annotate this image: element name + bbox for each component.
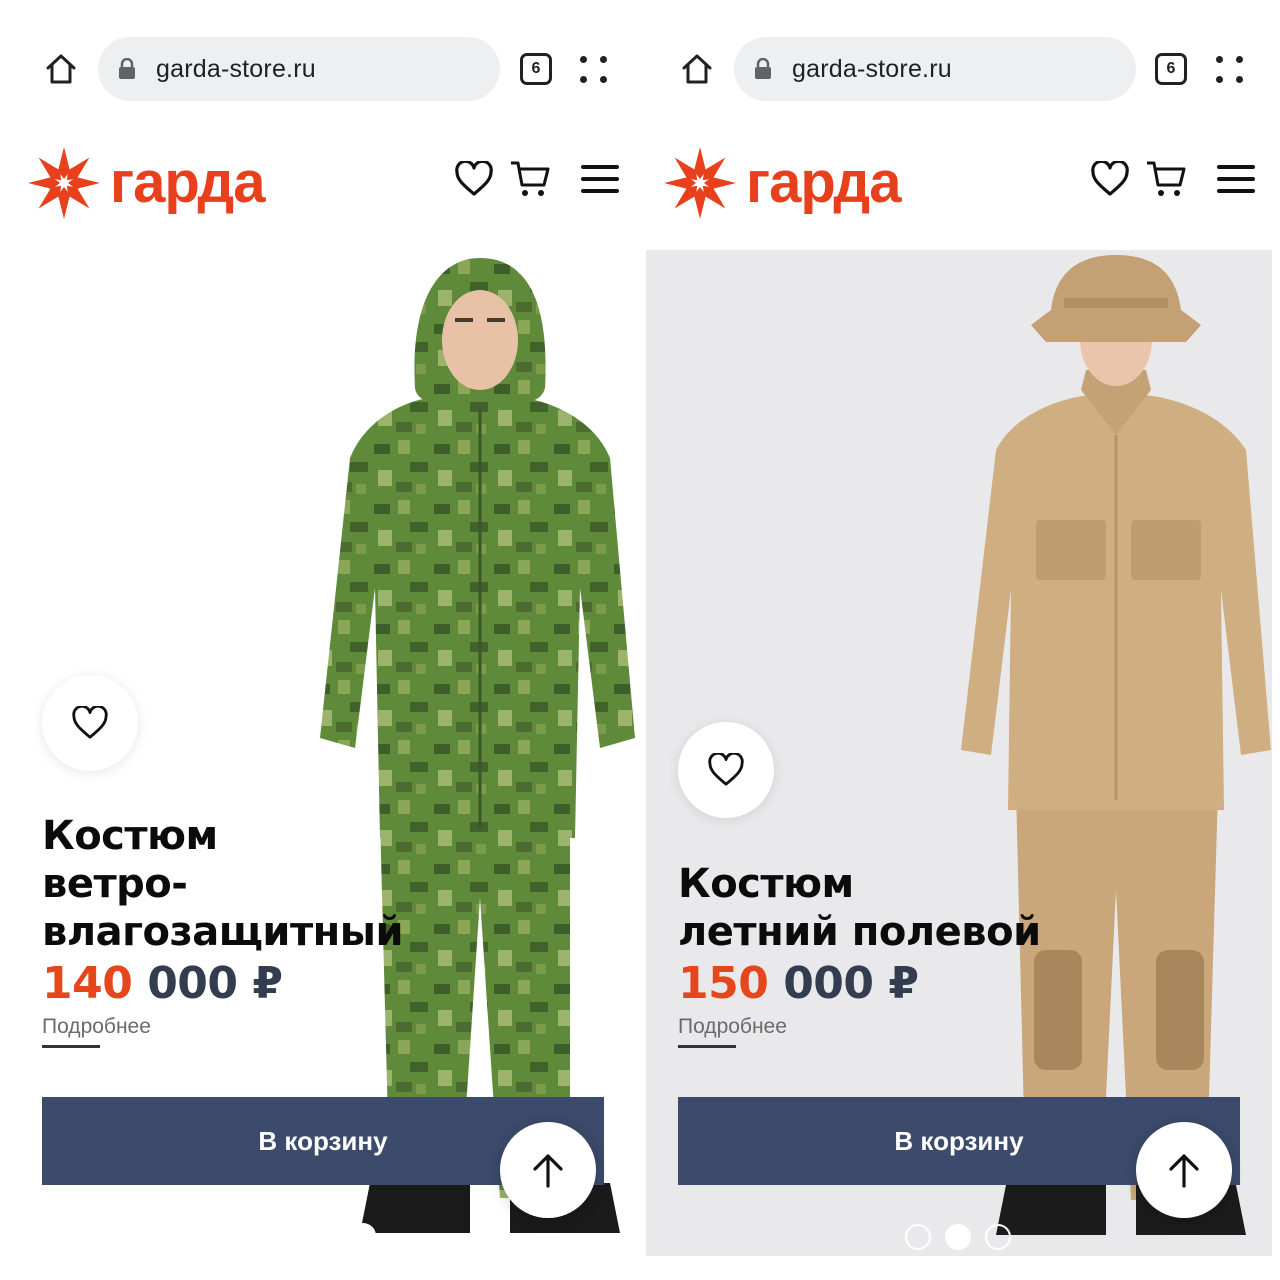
- details-link[interactable]: Подробнее: [678, 1015, 787, 1039]
- address-bar[interactable]: garda-store.ru: [734, 37, 1136, 101]
- add-to-favorites-button[interactable]: [678, 722, 774, 818]
- price-thousands: 150: [678, 958, 769, 1009]
- product-title-line: ветро-: [42, 861, 188, 907]
- home-icon[interactable]: [40, 48, 82, 90]
- lock-icon: [118, 56, 140, 82]
- heart-icon: [72, 706, 108, 739]
- product-title-line: Костюм: [678, 861, 854, 907]
- product-title: Костюм ветро- влагозащитный: [42, 812, 403, 956]
- carousel-dot[interactable]: [905, 1224, 931, 1250]
- scroll-to-top-button[interactable]: [500, 1122, 596, 1218]
- screenshot-right: garda-store.ru 6 гарда Костюм летний пол…: [644, 0, 1280, 1280]
- star-logo-icon: [28, 147, 100, 219]
- cart-icon[interactable]: [1144, 157, 1188, 201]
- price-rest: 000 ₽: [147, 958, 283, 1009]
- star-logo-icon: [664, 147, 736, 219]
- url-text: garda-store.ru: [792, 54, 952, 83]
- cart-icon[interactable]: [508, 157, 552, 201]
- product-image[interactable]: Костюм ветро- влагозащитный 140 000 ₽ По…: [10, 250, 636, 1256]
- details-underline: [678, 1045, 736, 1048]
- carousel-dot[interactable]: [945, 1224, 971, 1250]
- favorites-heart-icon[interactable]: [1088, 157, 1132, 201]
- price-thousands: 140: [42, 958, 133, 1009]
- heart-icon: [708, 753, 744, 786]
- product-title: Костюм летний полевой: [678, 860, 1041, 956]
- brand-logo[interactable]: гарда: [662, 143, 952, 223]
- tab-switcher-button[interactable]: 6: [1155, 53, 1187, 85]
- arrow-up-icon: [1169, 1154, 1199, 1188]
- price-rest: 000 ₽: [783, 958, 919, 1009]
- details-underline: [42, 1045, 100, 1048]
- lock-icon: [754, 56, 776, 82]
- browser-toolbar: garda-store.ru 6: [644, 30, 1280, 108]
- add-to-favorites-button[interactable]: [42, 675, 138, 771]
- more-icon[interactable]: [578, 54, 610, 86]
- logo-wordmark: гарда: [746, 150, 901, 215]
- site-header: гарда: [0, 135, 636, 230]
- carousel-dot[interactable]: [985, 1224, 1011, 1250]
- panel-divider: [636, 0, 644, 1280]
- browser-toolbar: garda-store.ru 6: [0, 30, 636, 108]
- product-price: 150 000 ₽: [678, 958, 919, 1009]
- hamburger-menu-icon[interactable]: [578, 157, 622, 201]
- favorites-heart-icon[interactable]: [452, 157, 496, 201]
- carousel-dot[interactable]: [350, 1223, 376, 1249]
- logo-wordmark: гарда: [110, 150, 265, 215]
- arrow-up-icon: [533, 1154, 563, 1188]
- carousel-dots: [905, 1224, 1011, 1250]
- tab-switcher-button[interactable]: 6: [520, 53, 552, 85]
- screenshot-left: garda-store.ru 6 гарда Костюм ветро- вла…: [0, 0, 636, 1280]
- scroll-to-top-button[interactable]: [1136, 1122, 1232, 1218]
- hamburger-menu-icon[interactable]: [1214, 157, 1258, 201]
- product-title-line: летний полевой: [678, 909, 1041, 955]
- product-price: 140 000 ₽: [42, 958, 283, 1009]
- details-link[interactable]: Подробнее: [42, 1015, 151, 1039]
- home-icon[interactable]: [676, 48, 718, 90]
- brand-logo[interactable]: гарда: [26, 143, 316, 223]
- product-title-line: Костюм: [42, 813, 218, 859]
- product-image[interactable]: Костюм летний полевой 150 000 ₽ Подробне…: [646, 250, 1272, 1256]
- carousel-dots: [350, 1223, 376, 1249]
- url-text: garda-store.ru: [156, 54, 316, 83]
- address-bar[interactable]: garda-store.ru: [98, 37, 500, 101]
- product-title-line: влагозащитный: [42, 909, 403, 955]
- more-icon[interactable]: [1214, 54, 1246, 86]
- site-header: гарда: [644, 135, 1280, 230]
